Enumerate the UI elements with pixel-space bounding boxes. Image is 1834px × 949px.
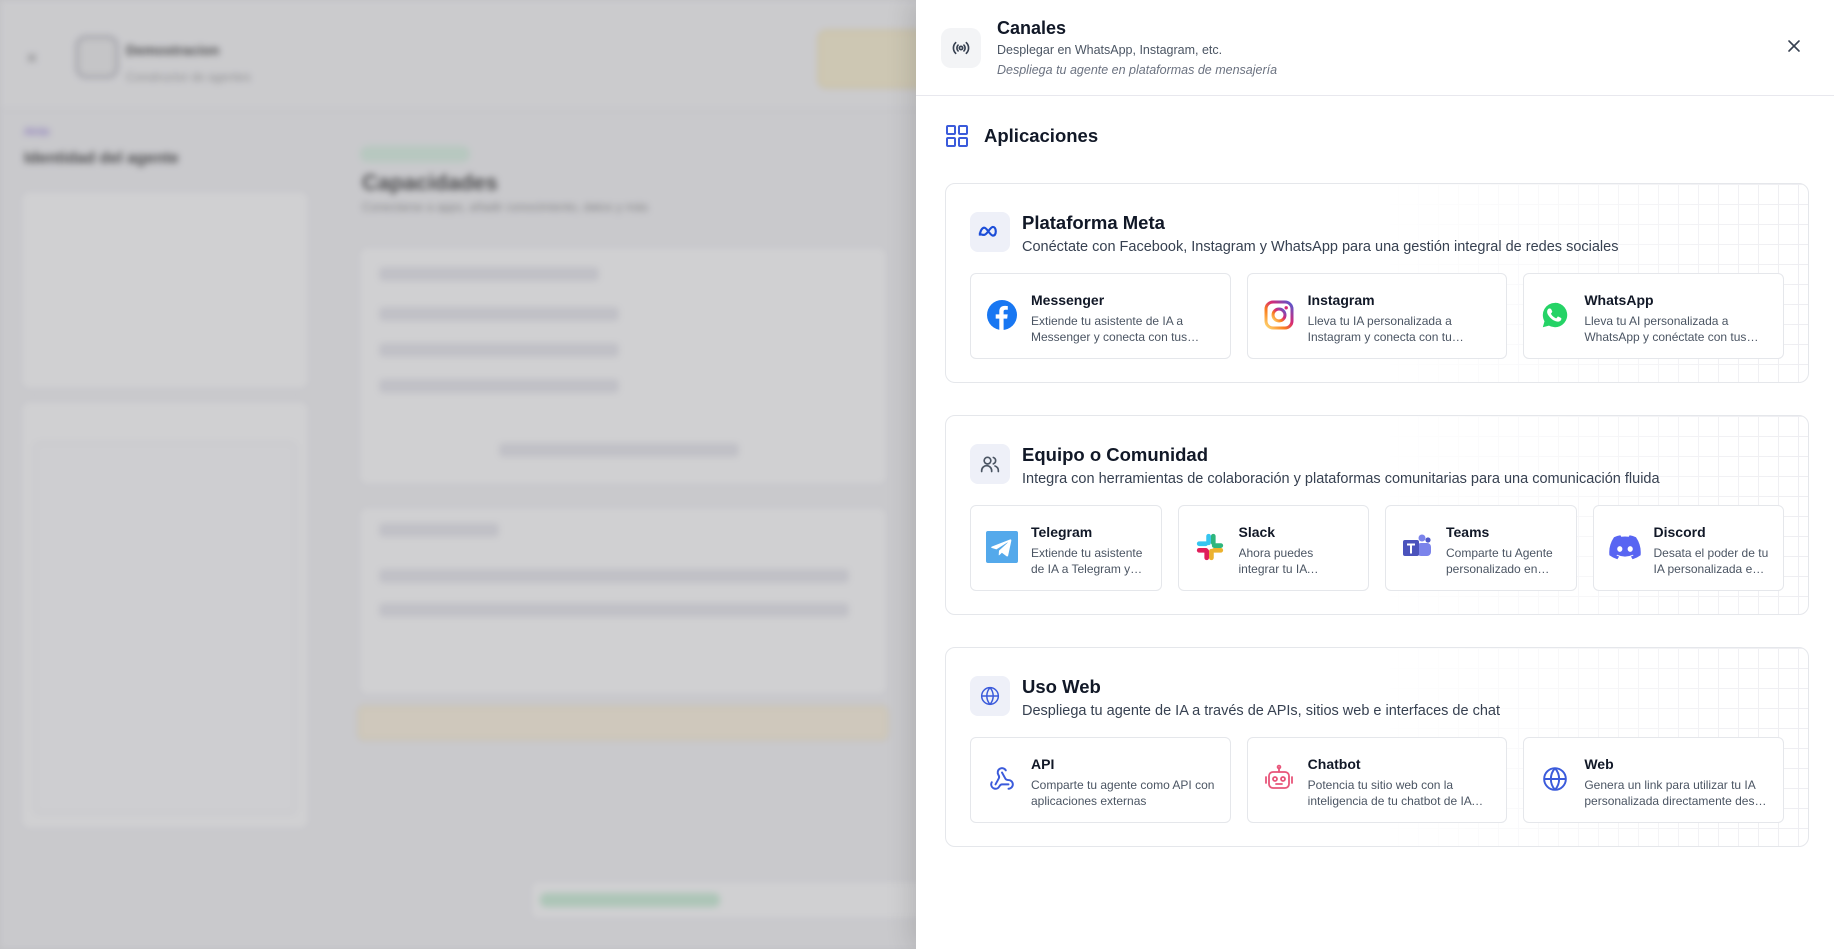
card-description: Ahora puedes integrar tu IA personalizad…	[1238, 546, 1314, 576]
card-description: Comparte tu agente como API con aplicaci…	[1031, 778, 1215, 808]
card-description: Comparte tu Agente personalizado en Team…	[1446, 546, 1553, 576]
group-title: Equipo o Comunidad	[1022, 444, 1209, 465]
discord-icon	[1608, 530, 1642, 564]
card-description: Lleva tu AI personalizada a WhatsApp y c…	[1584, 314, 1747, 344]
group-title: Plataforma Meta	[1022, 212, 1165, 233]
card-title: Chatbot	[1307, 756, 1361, 772]
group-description: Despliega tu agente de IA a través de AP…	[1022, 703, 1500, 719]
channel-cards: API Comparte tu agente como API con apli…	[970, 737, 1785, 823]
card-description: Extiende tu asistente de IA a Telegram y…	[1031, 546, 1143, 576]
grid-icon	[946, 125, 968, 147]
close-icon	[1788, 40, 1800, 52]
applications-heading: Aplicaciones	[945, 124, 1098, 148]
broadcast-icon	[941, 28, 981, 68]
channel-card-web[interactable]: Web Genera un link para utilizar tu IA p…	[1523, 737, 1785, 823]
card-title: Slack	[1238, 524, 1276, 540]
channel-card-whatsapp[interactable]: WhatsApp Lleva tu AI personalizada a Wha…	[1523, 273, 1785, 359]
card-description: Desata el poder de tu IA personalizada e…	[1653, 546, 1769, 576]
card-description: Extiende tu asistente de IA a Messenger …	[1031, 314, 1188, 344]
card-description: Genera un link para utilizar tu IA perso…	[1584, 778, 1768, 808]
drawer-title: Canales	[997, 18, 1067, 38]
applications-title: Aplicaciones	[984, 125, 1099, 146]
channel-card-messenger[interactable]: Messenger Extiende tu asistente de IA a …	[970, 273, 1231, 359]
card-title: Messenger	[1031, 292, 1105, 308]
card-title: Web	[1584, 756, 1614, 772]
slack-icon	[1193, 530, 1227, 564]
group-team-community: Equipo o Comunidad Integra con herramien…	[945, 415, 1809, 615]
robot-icon	[1262, 762, 1296, 796]
channel-card-chatbot[interactable]: Chatbot Potencia tu sitio web con la int…	[1246, 737, 1508, 823]
instagram-icon	[1262, 298, 1296, 332]
users-icon	[970, 444, 1010, 484]
close-button[interactable]	[1782, 34, 1806, 58]
teams-icon	[1400, 530, 1434, 564]
channel-card-teams[interactable]: Teams Comparte tu Agente personalizado e…	[1385, 505, 1577, 591]
channel-card-slack[interactable]: Slack Ahora puedes integrar tu IA person…	[1177, 505, 1369, 591]
drawer-description: Despliega tu agente en plataformas de me…	[997, 63, 1278, 77]
group-meta-platform: Plataforma Meta Conéctate con Facebook, …	[945, 183, 1809, 383]
messenger-icon	[985, 298, 1019, 332]
channel-card-instagram[interactable]: Instagram Lleva tu IA personalizada a In…	[1246, 273, 1508, 359]
card-description: Lleva tu IA personalizada a Instagram y …	[1307, 314, 1452, 344]
card-title: Instagram	[1307, 292, 1375, 308]
webhook-icon	[985, 762, 1019, 796]
channel-card-telegram[interactable]: Telegram Extiende tu asistente de IA a T…	[970, 505, 1162, 591]
group-web-usage: Uso Web Despliega tu agente de IA a trav…	[945, 647, 1809, 847]
card-title: Teams	[1446, 524, 1490, 540]
card-description: Potencia tu sitio web con la inteligenci…	[1307, 778, 1472, 808]
group-title: Uso Web	[1022, 676, 1101, 697]
drawer-header: Canales Desplegar en WhatsApp, Instagram…	[916, 0, 1834, 96]
channels-drawer: Canales Desplegar en WhatsApp, Instagram…	[916, 0, 1834, 949]
meta-icon	[970, 212, 1010, 252]
telegram-icon	[985, 530, 1019, 564]
card-title: API	[1031, 756, 1055, 772]
card-title: Discord	[1653, 524, 1706, 540]
card-title: Telegram	[1031, 524, 1093, 540]
channel-card-discord[interactable]: Discord Desata el poder de tu IA persona…	[1592, 505, 1784, 591]
channel-card-api[interactable]: API Comparte tu agente como API con apli…	[970, 737, 1231, 823]
group-description: Conéctate con Facebook, Instagram y What…	[1022, 239, 1619, 255]
card-title: WhatsApp	[1584, 292, 1654, 308]
group-description: Integra con herramientas de colaboración…	[1022, 471, 1660, 487]
globe-icon	[1538, 762, 1572, 796]
whatsapp-icon	[1538, 298, 1572, 332]
channel-cards: Telegram Extiende tu asistente de IA a T…	[970, 505, 1784, 591]
globe-icon	[970, 676, 1010, 716]
channel-cards: Messenger Extiende tu asistente de IA a …	[970, 273, 1785, 359]
drawer-subtitle: Desplegar en WhatsApp, Instagram, etc.	[997, 43, 1223, 57]
